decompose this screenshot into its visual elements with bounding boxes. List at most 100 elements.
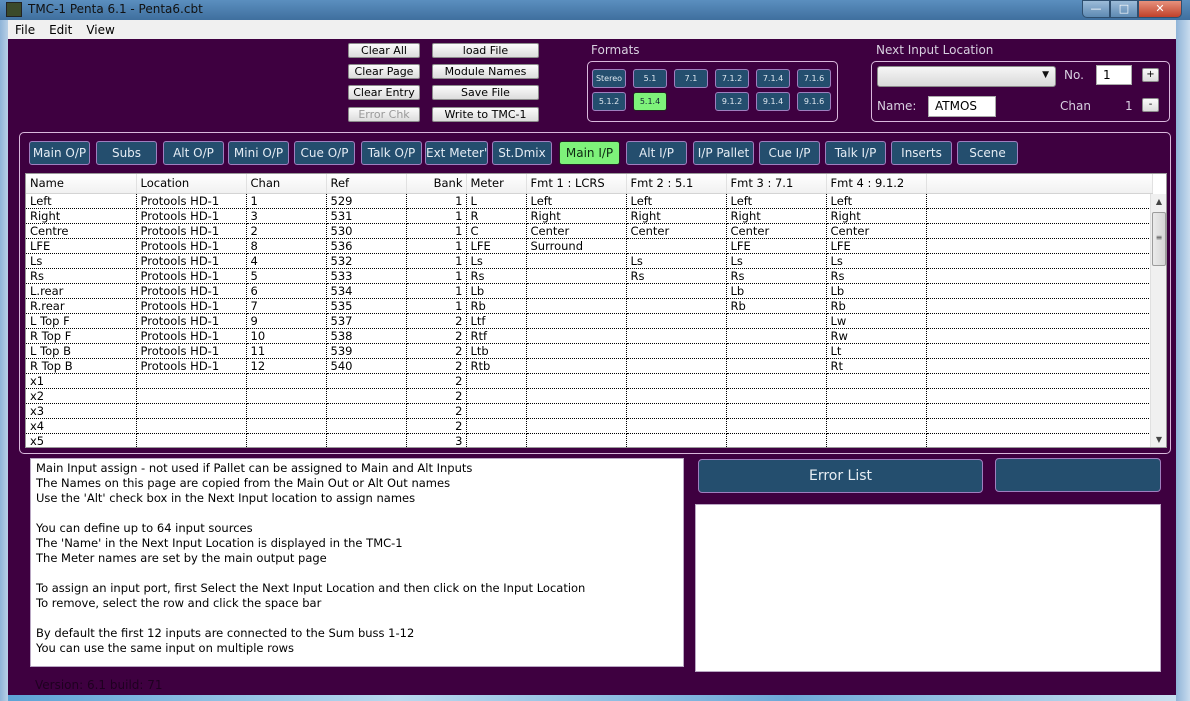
tab-scene[interactable]: Scene	[957, 141, 1018, 165]
table-cell[interactable]	[136, 418, 247, 434]
close-button[interactable]: ✕	[1138, 0, 1182, 18]
menu-file[interactable]: File	[8, 23, 42, 37]
table-cell[interactable]	[136, 433, 247, 447]
table-cell[interactable]: Protools HD-1	[136, 298, 247, 314]
table-cell[interactable]: Center	[726, 223, 827, 239]
table-cell[interactable]: C	[466, 223, 527, 239]
table-cell[interactable]: Center	[626, 223, 727, 239]
table-cell[interactable]: 5	[246, 268, 327, 284]
table-cell[interactable]: Ls	[26, 253, 137, 269]
table-cell[interactable]: 2	[406, 388, 467, 404]
table-cell[interactable]: 2	[406, 313, 467, 329]
table-row[interactable]: Right Protools HD-1 3 531 1 R Right Right Right R…	[26, 208, 1153, 224]
tab-inserts[interactable]: Inserts	[891, 141, 952, 165]
table-cell[interactable]	[926, 223, 1153, 239]
table-cell[interactable]: Right	[26, 208, 137, 224]
table-cell[interactable]	[626, 388, 727, 404]
table-cell[interactable]	[826, 388, 927, 404]
table-cell[interactable]	[466, 418, 527, 434]
table-row[interactable]: x5 3	[26, 433, 1153, 447]
table-cell[interactable]	[926, 193, 1153, 209]
table-cell[interactable]	[466, 403, 527, 419]
error-list-button[interactable]: Error List	[698, 459, 983, 493]
table-cell[interactable]: R	[466, 208, 527, 224]
table-cell[interactable]	[526, 418, 627, 434]
table-cell[interactable]	[526, 253, 627, 269]
table-cell[interactable]: Rb	[826, 298, 927, 314]
table-cell[interactable]	[926, 298, 1153, 314]
format-button-9-1-6[interactable]: 9.1.6	[797, 92, 831, 111]
decrement-button[interactable]: -	[1142, 98, 1159, 112]
column-header[interactable]: Ref	[326, 174, 407, 194]
menu-edit[interactable]: Edit	[42, 23, 79, 37]
format-button-9-1-2[interactable]: 9.1.2	[715, 92, 749, 111]
table-cell[interactable]: R Top B	[26, 358, 137, 374]
table-cell[interactable]: 2	[406, 328, 467, 344]
table-row[interactable]: R Top B Protools HD-1 12 540 2 Rtb Rt	[26, 358, 1153, 374]
table-cell[interactable]: L	[466, 193, 527, 209]
table-cell[interactable]: 1	[406, 208, 467, 224]
column-header[interactable]: Name	[26, 174, 137, 194]
table-cell[interactable]: Rb	[466, 298, 527, 314]
table-cell[interactable]: Protools HD-1	[136, 208, 247, 224]
format-button-5-1-2[interactable]: 5.1.2	[592, 92, 626, 111]
table-cell[interactable]: 2	[246, 223, 327, 239]
table-cell[interactable]	[526, 313, 627, 329]
error-check-button[interactable]: Error Chk	[348, 107, 420, 122]
table-cell[interactable]: LFE	[26, 238, 137, 254]
table-row[interactable]: R.rear Protools HD-1 7 535 1 Rb Rb Rb	[26, 298, 1153, 314]
table-cell[interactable]	[326, 418, 407, 434]
table-cell[interactable]	[726, 433, 827, 447]
table-cell[interactable]: Protools HD-1	[136, 223, 247, 239]
table-cell[interactable]	[926, 418, 1153, 434]
table-cell[interactable]	[926, 433, 1153, 447]
table-cell[interactable]: LFE	[826, 238, 927, 254]
table-cell[interactable]: 11	[246, 343, 327, 359]
scroll-thumb[interactable]: ≡	[1152, 212, 1166, 266]
table-cell[interactable]: Rs	[826, 268, 927, 284]
table-cell[interactable]	[926, 238, 1153, 254]
table-cell[interactable]	[526, 268, 627, 284]
table-cell[interactable]	[326, 388, 407, 404]
table-cell[interactable]	[926, 343, 1153, 359]
table-cell[interactable]: x4	[26, 418, 137, 434]
table-cell[interactable]	[466, 433, 527, 447]
table-cell[interactable]: L.rear	[26, 283, 137, 299]
column-header[interactable]: Fmt 2 : 5.1	[626, 174, 727, 194]
table-row[interactable]: x4 2	[26, 418, 1153, 434]
table-cell[interactable]: 531	[326, 208, 407, 224]
table-cell[interactable]	[326, 433, 407, 447]
table-cell[interactable]	[246, 388, 327, 404]
tab-subs[interactable]: Subs	[96, 141, 157, 165]
table-cell[interactable]: LFE	[466, 238, 527, 254]
table-cell[interactable]: Right	[626, 208, 727, 224]
table-cell[interactable]: 1	[246, 193, 327, 209]
table-cell[interactable]	[826, 433, 927, 447]
table-cell[interactable]: 1	[406, 298, 467, 314]
maximize-button[interactable]: □	[1110, 0, 1138, 18]
table-cell[interactable]: Left	[26, 193, 137, 209]
table-cell[interactable]: Lb	[466, 283, 527, 299]
table-cell[interactable]: Rs	[626, 268, 727, 284]
table-cell[interactable]	[626, 433, 727, 447]
table-cell[interactable]	[926, 358, 1153, 374]
table-cell[interactable]: Protools HD-1	[136, 343, 247, 359]
table-cell[interactable]: 1	[406, 283, 467, 299]
table-cell[interactable]: Ls	[726, 253, 827, 269]
table-cell[interactable]	[626, 283, 727, 299]
table-cell[interactable]	[926, 253, 1153, 269]
table-cell[interactable]: L Top B	[26, 343, 137, 359]
table-cell[interactable]: Rtf	[466, 328, 527, 344]
table-row[interactable]: x2 2	[26, 388, 1153, 404]
table-cell[interactable]	[326, 373, 407, 389]
table-cell[interactable]	[626, 343, 727, 359]
table-cell[interactable]	[526, 403, 627, 419]
table-cell[interactable]	[926, 388, 1153, 404]
table-cell[interactable]	[926, 373, 1153, 389]
table-row[interactable]: R Top F Protools HD-1 10 538 2 Rtf Rw	[26, 328, 1153, 344]
table-cell[interactable]	[626, 313, 727, 329]
table-cell[interactable]: x1	[26, 373, 137, 389]
table-cell[interactable]: 529	[326, 193, 407, 209]
format-button-5-1[interactable]: 5.1	[633, 69, 667, 88]
table-cell[interactable]: 7	[246, 298, 327, 314]
